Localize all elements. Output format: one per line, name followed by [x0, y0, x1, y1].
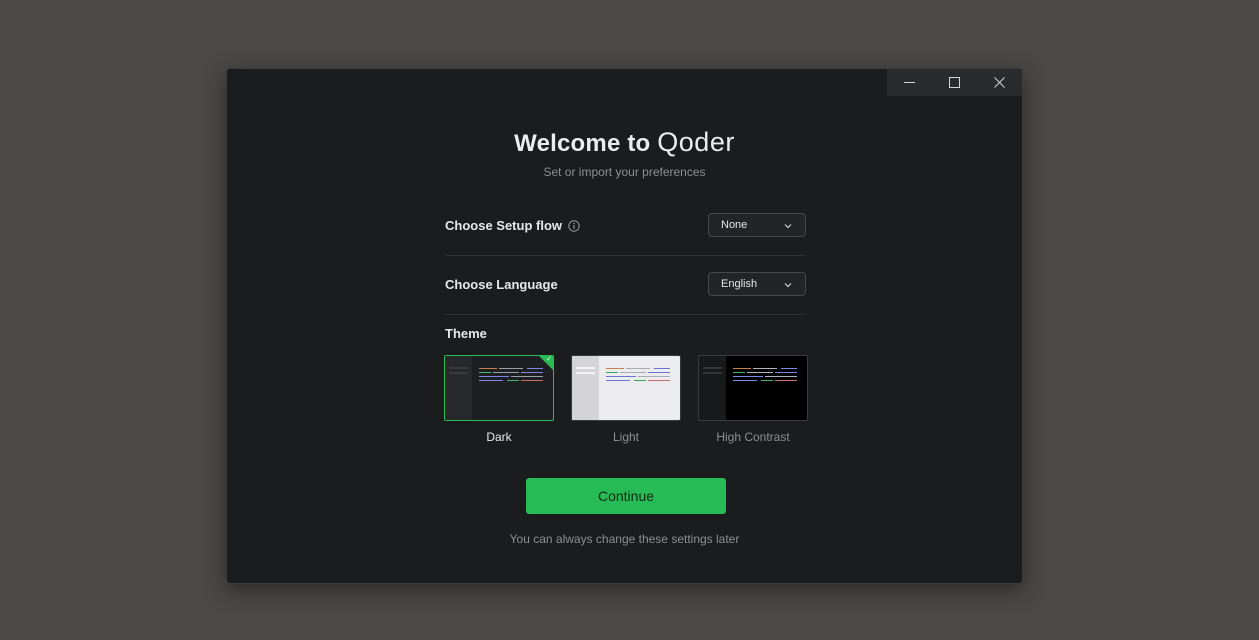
brand-logo-text: Qoder: [657, 127, 735, 157]
theme-name: Dark: [486, 430, 512, 444]
divider: [445, 255, 806, 256]
theme-preview-light: [571, 355, 681, 421]
window-controls: [887, 69, 1022, 96]
language-label: Choose Language: [445, 277, 558, 292]
theme-label: Theme: [445, 326, 487, 341]
theme-option-dark[interactable]: ✓ Dark: [444, 355, 554, 444]
maximize-button[interactable]: [932, 69, 977, 96]
page-title: Welcome to Qoder: [227, 127, 1022, 158]
chevron-down-icon: [784, 283, 792, 288]
minimize-icon: [904, 82, 915, 83]
minimize-button[interactable]: [887, 69, 932, 96]
info-icon[interactable]: [568, 219, 580, 232]
language-select[interactable]: English: [708, 272, 806, 296]
page-subtitle: Set or import your preferences: [543, 165, 706, 179]
chevron-down-icon: [784, 224, 792, 229]
theme-option-light[interactable]: Light: [571, 355, 681, 444]
language-label-wrap: Choose Language: [445, 277, 558, 292]
language-value: English: [721, 278, 758, 290]
setup-flow-label: Choose Setup flow: [445, 218, 562, 233]
settings-footnote: You can always change these settings lat…: [509, 532, 740, 546]
setup-flow-row: Choose Setup flow None: [445, 213, 806, 239]
close-button[interactable]: [977, 69, 1022, 96]
setup-flow-value: None: [721, 219, 748, 231]
theme-preview-high-contrast: [698, 355, 808, 421]
divider: [445, 314, 806, 315]
theme-option-high-contrast[interactable]: High Contrast: [698, 355, 808, 444]
theme-name: Light: [612, 430, 640, 444]
continue-button[interactable]: Continue: [526, 478, 726, 514]
theme-preview-dark: ✓: [444, 355, 554, 421]
check-icon: ✓: [546, 356, 552, 363]
setup-window: Welcome to Qoder Set or import your pref…: [226, 68, 1023, 584]
setup-flow-select[interactable]: None: [708, 213, 806, 237]
close-icon: [994, 77, 1005, 88]
title-prefix: Welcome to: [514, 130, 651, 157]
theme-name: High Contrast: [716, 430, 790, 444]
language-row: Choose Language English: [445, 272, 806, 298]
maximize-icon: [949, 77, 960, 88]
setup-flow-label-wrap: Choose Setup flow: [445, 218, 580, 233]
